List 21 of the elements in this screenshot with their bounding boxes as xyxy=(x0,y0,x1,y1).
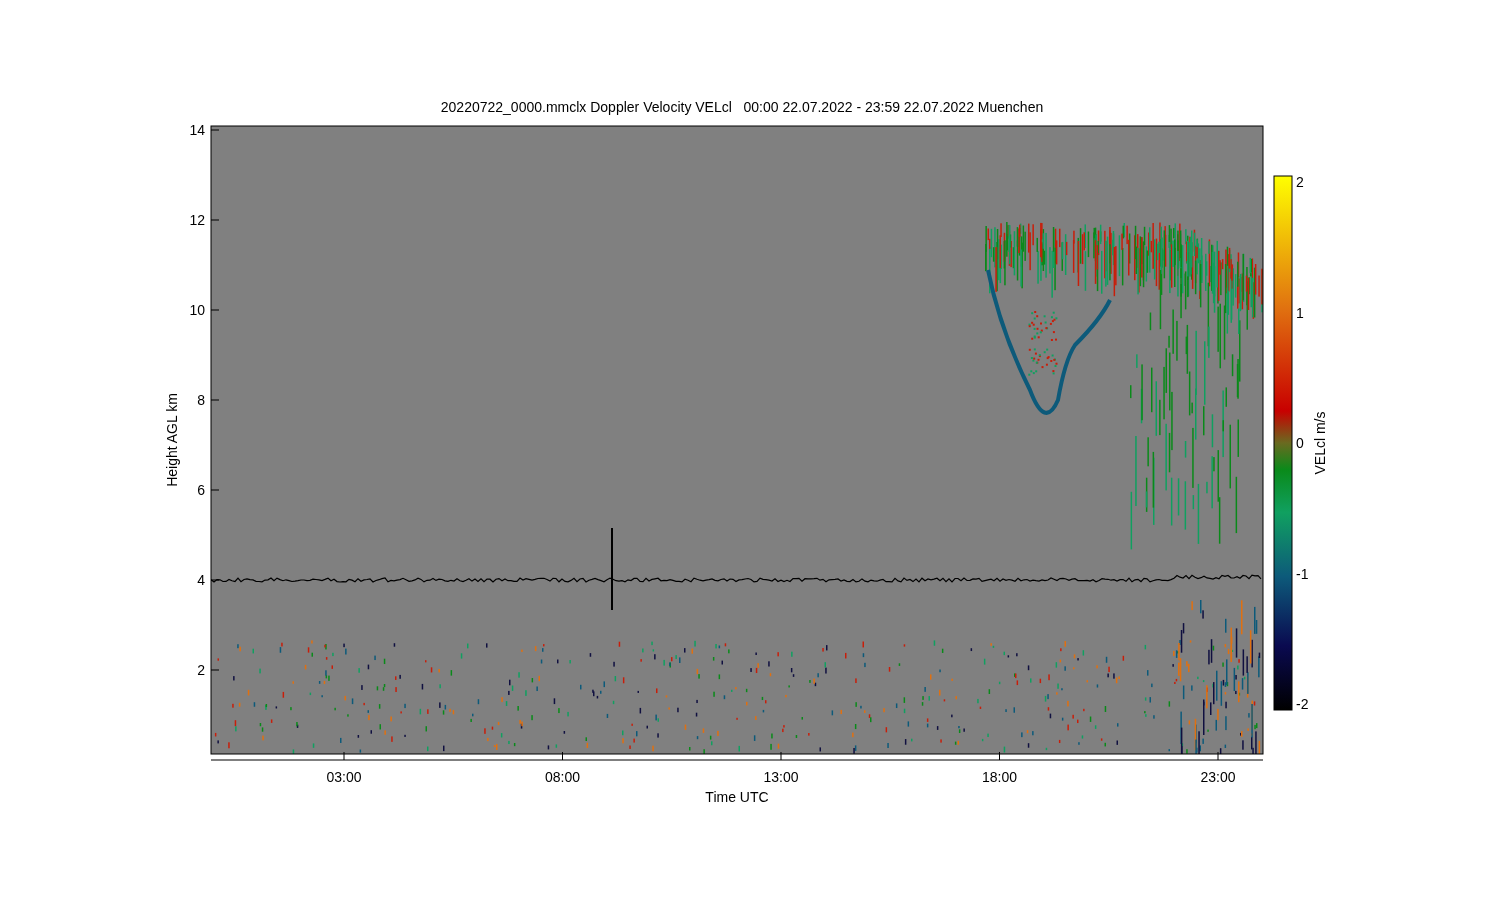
colorbar-tick-label: -1 xyxy=(1296,565,1309,582)
axis-tick-label: 23:00 xyxy=(1200,769,1236,785)
axis-tick-label: 4 xyxy=(197,572,205,588)
chart-title: 20220722_0000.mmclx Doppler Velocity VELcl 00:00 22.07.2022 - 23:59 22.07.2022 Muenchen xyxy=(440,99,1044,115)
colorbar-tick-label: 2 xyxy=(1296,174,1304,190)
axis-tick-label: 8 xyxy=(197,392,205,408)
axis-tick-label: 18:00 xyxy=(982,769,1017,785)
colorbar-tick-label: -2 xyxy=(1296,696,1309,712)
axis-tick-label: 12 xyxy=(189,212,205,228)
x-axis-label: Time UTC xyxy=(705,789,769,805)
axis-tick-label: 14 xyxy=(189,122,205,138)
colorbar-tick-label: 1 xyxy=(1296,304,1304,321)
colorbar-tick-label: 0 xyxy=(1296,435,1304,451)
y-axis-label: Height AGL km xyxy=(164,393,180,487)
axis-tick-label: 2 xyxy=(197,662,205,678)
axis-tick-label: 13:00 xyxy=(763,769,799,785)
axis-tick-label: 08:00 xyxy=(545,769,580,785)
axis-tick-label: 6 xyxy=(197,482,205,498)
axis-tick-label: 03:00 xyxy=(326,769,362,785)
axis-tick-label: 10 xyxy=(189,302,205,318)
colorbar-label: VELcl m/s xyxy=(1312,411,1328,475)
